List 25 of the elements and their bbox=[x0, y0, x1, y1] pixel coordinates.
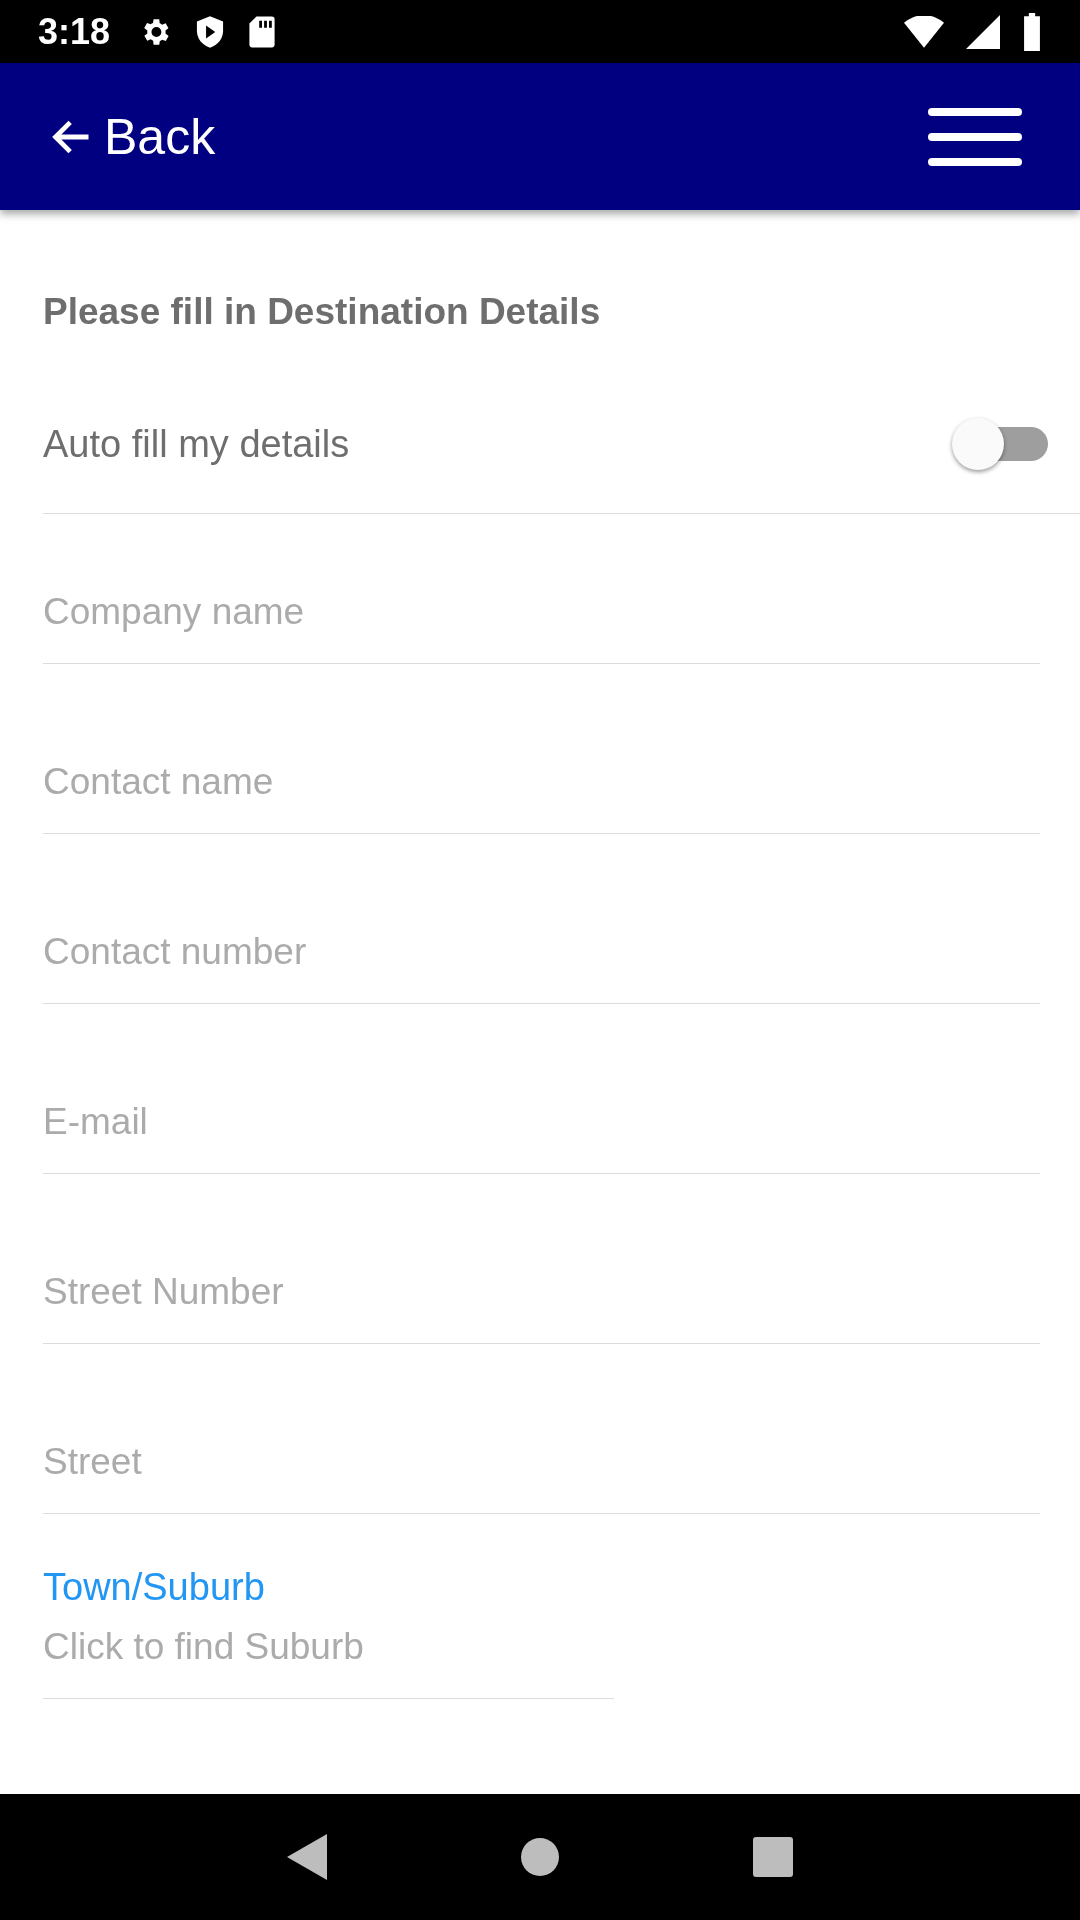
back-nav-button[interactable] bbox=[286, 1834, 327, 1880]
clock-time: 3:18 bbox=[38, 10, 111, 53]
town-label: Town/Suburb bbox=[43, 1565, 266, 1609]
menu-button[interactable] bbox=[928, 107, 1022, 166]
suburb-field[interactable]: Click to find Suburb bbox=[43, 1625, 614, 1699]
triangle-icon bbox=[286, 1834, 327, 1880]
recents-nav-button[interactable] bbox=[753, 1837, 794, 1877]
input-field[interactable]: Street bbox=[43, 1440, 1040, 1514]
menu-icon bbox=[928, 107, 1022, 166]
input-field[interactable]: E-mail bbox=[43, 1100, 1040, 1174]
input-field[interactable]: Street Number bbox=[43, 1270, 1040, 1344]
input-field[interactable]: Company name bbox=[43, 590, 1040, 664]
circle-icon bbox=[520, 1837, 560, 1877]
square-icon bbox=[753, 1837, 794, 1877]
signal-icon bbox=[966, 14, 1000, 49]
sd-card-icon bbox=[248, 14, 277, 49]
wifi-icon bbox=[904, 15, 944, 48]
input-field[interactable]: Contact number bbox=[43, 930, 1040, 1004]
back-button[interactable]: Back bbox=[50, 107, 216, 166]
auto-fill-label: Auto fill my details bbox=[43, 422, 351, 466]
auto-fill-switch[interactable] bbox=[952, 416, 1048, 472]
battery-icon bbox=[1022, 12, 1042, 51]
form-heading: Please fill in Destination Details bbox=[43, 290, 602, 334]
input-field[interactable]: Contact name bbox=[43, 760, 1040, 834]
home-nav-button[interactable] bbox=[520, 1837, 560, 1877]
